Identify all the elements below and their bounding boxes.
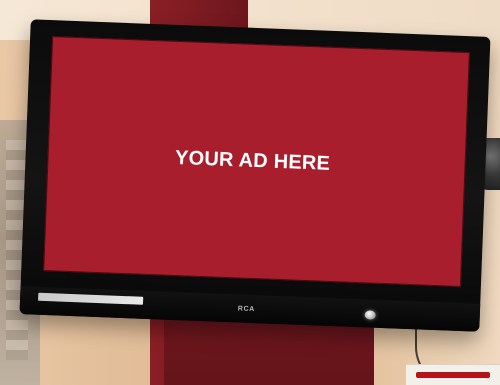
wall-mounted-tv: YOUR AD HERE RCA	[19, 19, 491, 332]
ad-placeholder-text: YOUR AD HERE	[174, 146, 331, 175]
photo-scene: YOUR AD HERE RCA	[0, 0, 500, 385]
tv-label-strip	[38, 292, 144, 305]
background-sign	[406, 364, 500, 385]
power-button	[364, 310, 376, 320]
tv-screen: YOUR AD HERE	[43, 36, 470, 287]
tv-brand-logo: RCA	[237, 305, 255, 314]
